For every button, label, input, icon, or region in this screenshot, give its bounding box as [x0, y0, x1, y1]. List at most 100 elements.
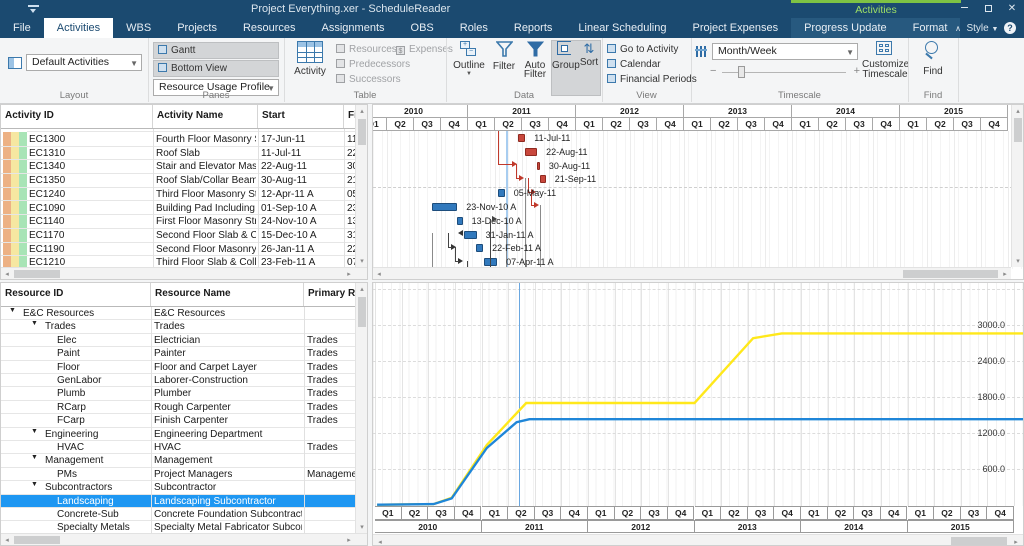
table-row[interactable]: EC1300Fourth Floor Masonry Structure17-J…: [1, 133, 357, 147]
scrollbar-thumb[interactable]: [358, 297, 366, 327]
layout-combo[interactable]: Default Activities ▼: [26, 54, 142, 71]
timescale-combo[interactable]: Month/Week ▼: [712, 43, 858, 60]
filter-button[interactable]: Filter: [489, 41, 519, 72]
horizontal-scrollbar[interactable]: ◂▸: [373, 534, 1023, 546]
scroll-down-icon[interactable]: ▾: [356, 257, 368, 265]
zoom-out-icon[interactable]: −: [710, 65, 716, 77]
scrollbar-thumb[interactable]: [903, 270, 998, 278]
gantt-bar-EC1190[interactable]: [476, 244, 484, 252]
tab-obs[interactable]: OBS: [398, 18, 447, 38]
table-row[interactable]: EC1140First Floor Masonry Structure24-No…: [1, 215, 357, 229]
horizontal-scrollbar[interactable]: ◂▸: [1, 267, 367, 279]
horizontal-scrollbar[interactable]: ◂▸: [1, 533, 367, 545]
expand-chevron-icon[interactable]: ▼: [31, 454, 38, 461]
gantt-bar-EC1170[interactable]: [464, 231, 477, 239]
gantt-bar-EC1350[interactable]: [540, 175, 546, 183]
scrollbar-thumb[interactable]: [14, 536, 60, 544]
scroll-down-icon[interactable]: ▾: [1012, 257, 1024, 265]
tab-projects[interactable]: Projects: [164, 18, 230, 38]
tab-wbs[interactable]: WBS: [113, 18, 164, 38]
scroll-left-icon[interactable]: ◂: [3, 270, 11, 278]
scroll-up-icon[interactable]: ▴: [1012, 107, 1024, 115]
group-button[interactable]: Group: [552, 41, 578, 71]
tab-file[interactable]: File: [0, 18, 44, 38]
expand-chevron-icon[interactable]: ▼: [31, 428, 38, 435]
scroll-left-icon[interactable]: ◂: [376, 538, 384, 546]
tab-reports[interactable]: Reports: [501, 18, 566, 38]
horizontal-scrollbar[interactable]: ◂▸: [373, 267, 1011, 279]
scroll-right-icon[interactable]: ▸: [1012, 538, 1020, 546]
scroll-down-icon[interactable]: ▾: [356, 523, 368, 531]
gantt-bar-EC1340[interactable]: [537, 162, 540, 170]
column-header-resource-id[interactable]: Resource ID: [1, 283, 151, 307]
expand-chevron-icon[interactable]: ▼: [31, 320, 38, 327]
sort-button[interactable]: ⇅ Sort: [578, 41, 600, 68]
bottom-view-toggle-button[interactable]: Bottom View: [153, 60, 279, 77]
scrollbar-thumb[interactable]: [1014, 118, 1022, 142]
tab-progress-update[interactable]: Progress Update: [791, 18, 900, 38]
vertical-scrollbar[interactable]: ▴▾: [1011, 105, 1023, 267]
style-selector[interactable]: ∧ Style ▼ ?: [955, 22, 1016, 36]
scrollbar-thumb[interactable]: [14, 270, 60, 278]
column-header-activity-name[interactable]: Activity Name: [153, 105, 258, 129]
column-header-start[interactable]: Start: [258, 105, 344, 129]
view-item-go-to-activity[interactable]: Go to Activity: [607, 44, 678, 55]
table-item-successors[interactable]: Successors: [336, 74, 401, 85]
gantt-toggle-button[interactable]: Gantt: [153, 42, 279, 59]
table-row[interactable]: EC1170Second Floor Slab & Collar Beam15-…: [1, 229, 357, 243]
view-item-calendar[interactable]: Calendar: [607, 59, 661, 70]
help-icon[interactable]: ?: [1004, 22, 1016, 34]
scroll-right-icon[interactable]: ▸: [345, 270, 353, 278]
gantt-bar-EC1240[interactable]: [498, 189, 504, 197]
column-header-primary-role[interactable]: Primary Role: [304, 283, 357, 307]
vertical-scrollbar[interactable]: ▴▾: [355, 105, 367, 267]
close-button[interactable]: ✕: [1000, 0, 1024, 18]
column-header-resource-name[interactable]: Resource Name: [151, 283, 304, 307]
tab-roles[interactable]: Roles: [447, 18, 501, 38]
scroll-up-icon[interactable]: ▴: [356, 107, 368, 115]
gantt-bar-EC1300[interactable]: [518, 134, 526, 142]
expand-chevron-icon[interactable]: ▼: [9, 307, 16, 314]
collapse-ribbon-icon[interactable]: ∧: [955, 24, 961, 33]
scroll-up-icon[interactable]: ▴: [356, 285, 368, 293]
scrollbar-thumb[interactable]: [951, 537, 1007, 546]
tab-resources[interactable]: Resources: [230, 18, 309, 38]
table-row[interactable]: EC1090Building Pad Including UG Utilitie…: [1, 202, 357, 216]
gantt-bar-EC1140[interactable]: [457, 217, 462, 225]
table-row[interactable]: [27, 129, 357, 132]
table-row[interactable]: EC1240Third Floor Masonry Structure12-Ap…: [1, 188, 357, 202]
maximize-button[interactable]: [976, 0, 1000, 18]
view-item-financial-periods[interactable]: Financial Periods: [607, 74, 697, 85]
expand-chevron-icon[interactable]: ▼: [31, 481, 38, 488]
find-button[interactable]: Find: [914, 41, 952, 77]
quick-access-toolbar-icon[interactable]: [28, 4, 42, 14]
table-row[interactable]: EC1310Roof Slab11-Jul-1122-Aug-11: [1, 147, 357, 161]
column-header-activity-id[interactable]: Activity ID: [1, 105, 153, 129]
scroll-left-icon[interactable]: ◂: [375, 270, 383, 278]
table-row[interactable]: EC1340Stair and Elevator Masonry22-Aug-1…: [1, 160, 357, 174]
vertical-scrollbar[interactable]: ▴▾: [355, 283, 367, 533]
tab-project-expenses[interactable]: Project Expenses: [679, 18, 791, 38]
table-item-resources[interactable]: Resources: [336, 44, 397, 55]
tab-format[interactable]: Format: [900, 18, 961, 38]
outline-button[interactable]: + − Outline ▼: [450, 41, 488, 77]
scroll-right-icon[interactable]: ▸: [345, 536, 353, 544]
timescale-zoom-slider[interactable]: − +: [710, 65, 860, 79]
activity-table-button[interactable]: Activity: [288, 41, 332, 89]
tab-activities[interactable]: Activities: [44, 18, 113, 38]
slider-thumb[interactable]: [738, 66, 745, 78]
tab-assignments[interactable]: Assignments: [309, 18, 398, 38]
gantt-bar-EC1090[interactable]: [432, 203, 457, 211]
gantt-bar-EC1310[interactable]: [525, 148, 537, 156]
expenses-button[interactable]: $Expenses: [396, 44, 453, 55]
table-row[interactable]: EC1350Roof Slab/Collar Beam30-Aug-1121-S…: [1, 174, 357, 188]
customize-timescale-button[interactable]: Customize Timescale: [862, 41, 908, 79]
table-item-predecessors[interactable]: Predecessors: [336, 59, 410, 70]
scroll-right-icon[interactable]: ▸: [1001, 270, 1009, 278]
zoom-in-icon[interactable]: +: [854, 65, 860, 77]
scrollbar-thumb[interactable]: [358, 119, 366, 145]
scroll-left-icon[interactable]: ◂: [3, 536, 11, 544]
table-row[interactable]: EC1190Second Floor Masonry Structure26-J…: [1, 243, 357, 257]
auto-filter-button[interactable]: Auto Filter: [520, 41, 550, 79]
tab-linear-scheduling[interactable]: Linear Scheduling: [565, 18, 679, 38]
